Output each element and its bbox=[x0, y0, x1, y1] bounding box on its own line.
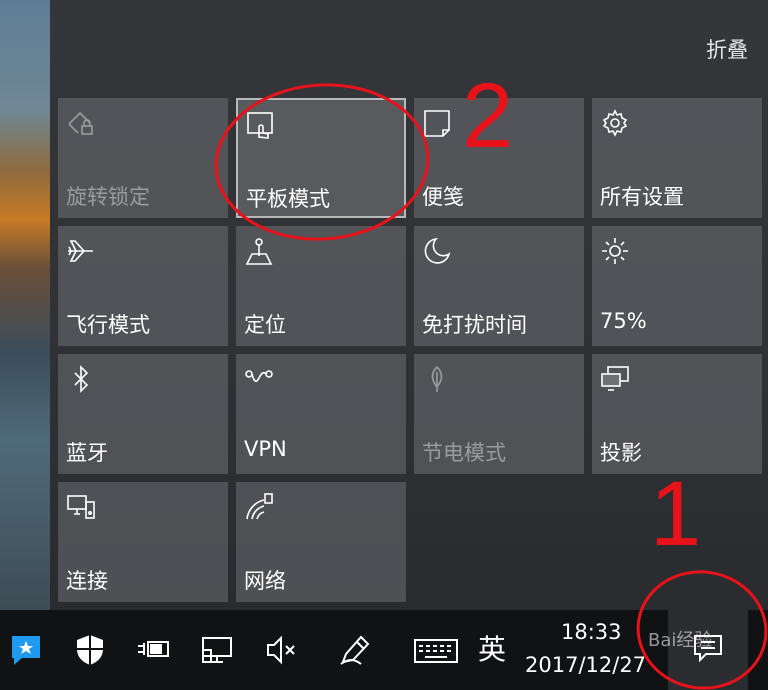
battery-saver-icon bbox=[422, 364, 452, 394]
tile-label: 连接 bbox=[66, 569, 108, 593]
tile-label: 免打扰时间 bbox=[422, 313, 527, 337]
location-icon bbox=[244, 236, 274, 266]
tile-vpn[interactable]: VPN bbox=[236, 354, 406, 474]
tile-airplane-mode[interactable]: 飞行模式 bbox=[58, 226, 228, 346]
tile-label: 便笺 bbox=[422, 185, 464, 209]
airplane-icon bbox=[66, 236, 96, 266]
tile-bluetooth[interactable]: 蓝牙 bbox=[58, 354, 228, 474]
note-icon bbox=[422, 108, 452, 138]
brightness-icon bbox=[600, 236, 630, 266]
tile-label: 飞行模式 bbox=[66, 313, 150, 337]
ime-indicator[interactable]: 英 bbox=[478, 628, 506, 668]
collapse-button[interactable]: 折叠 bbox=[706, 34, 748, 64]
connect-icon bbox=[66, 492, 96, 522]
tile-network[interactable]: 网络 bbox=[236, 482, 406, 602]
tile-all-settings[interactable]: 所有设置 bbox=[592, 98, 762, 218]
network-icon bbox=[244, 492, 274, 522]
clock-time[interactable]: 18:33 bbox=[561, 620, 622, 644]
app-icon[interactable] bbox=[8, 632, 44, 668]
tile-connect[interactable]: 连接 bbox=[58, 482, 228, 602]
keyboard-icon[interactable] bbox=[413, 632, 459, 668]
rotation-lock-icon bbox=[66, 108, 96, 138]
tile-label: 蓝牙 bbox=[66, 441, 108, 465]
tile-label: 投影 bbox=[600, 441, 642, 465]
clock-date[interactable]: 2017/12/27 bbox=[525, 653, 646, 677]
shield-icon[interactable] bbox=[72, 632, 108, 668]
tile-label: 所有设置 bbox=[600, 185, 684, 209]
tile-label: 旋转锁定 bbox=[66, 185, 150, 209]
watermark: Bai经验 bbox=[648, 630, 713, 651]
pen-icon[interactable] bbox=[337, 632, 373, 668]
desktop-wallpaper bbox=[0, 0, 50, 610]
tile-label: 平板模式 bbox=[246, 187, 330, 211]
tile-location[interactable]: 定位 bbox=[236, 226, 406, 346]
power-plug-icon[interactable] bbox=[134, 632, 170, 668]
moon-icon bbox=[422, 236, 452, 266]
tile-tablet-mode[interactable]: 平板模式 bbox=[236, 98, 406, 218]
annotation-number-1: 1 bbox=[650, 463, 702, 565]
tile-label: 定位 bbox=[244, 313, 286, 337]
vpn-icon bbox=[244, 364, 274, 394]
tile-project[interactable]: 投影 bbox=[592, 354, 762, 474]
annotation-number-2: 2 bbox=[462, 65, 514, 167]
volume-mute-icon[interactable] bbox=[264, 632, 300, 668]
tablet-mode-icon bbox=[246, 110, 276, 140]
tile-brightness[interactable]: 75% bbox=[592, 226, 762, 346]
tile-quiet-hours[interactable]: 免打扰时间 bbox=[414, 226, 584, 346]
tile-battery-saver[interactable]: 节电模式 bbox=[414, 354, 584, 474]
tile-label: 75% bbox=[600, 309, 647, 333]
network-monitor-icon[interactable] bbox=[199, 632, 235, 668]
project-icon bbox=[600, 364, 630, 394]
gear-icon bbox=[600, 108, 630, 138]
tile-label: 节电模式 bbox=[422, 441, 506, 465]
tile-label: VPN bbox=[244, 437, 287, 461]
tile-label: 网络 bbox=[244, 569, 286, 593]
tile-rotation-lock[interactable]: 旋转锁定 bbox=[58, 98, 228, 218]
bluetooth-icon bbox=[66, 364, 96, 394]
